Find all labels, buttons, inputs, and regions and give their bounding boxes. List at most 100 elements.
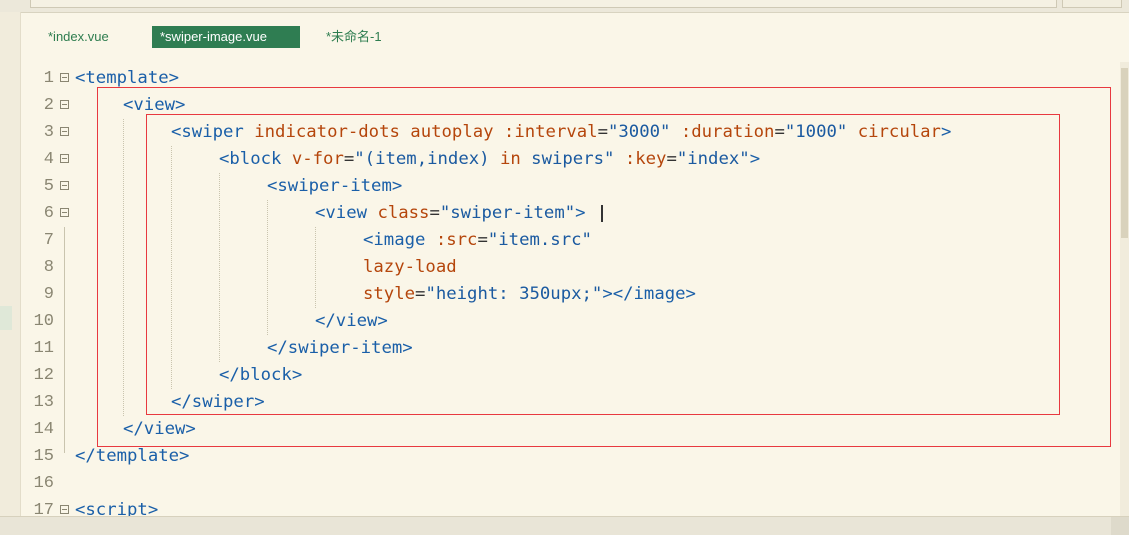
scroll-corner [1111,517,1129,535]
code-line[interactable]: 17 <script> [20,497,1118,516]
text-cursor [601,205,603,222]
code-token-tag: <view> [123,95,186,115]
code-token-attr: class [377,203,430,223]
line-number: 5 [43,177,54,196]
line-number: 17 [33,501,54,516]
indent-guide [315,227,316,308]
code-text: </swiper> [171,389,265,416]
horizontal-scrollbar[interactable] [0,516,1129,535]
fold-toggle-icon[interactable] [60,181,69,190]
code-token-text: = [429,203,440,223]
tab-untitled-1[interactable]: *未命名-1 [318,26,398,48]
code-token-tag: <script> [75,500,159,516]
code-editor[interactable]: 1 <template> 2 <view> 3 <swiper indicator-dot… [20,62,1118,516]
code-token-tag: > [940,122,952,142]
code-token-tag: <image [363,230,436,250]
code-text: lazy-load [363,254,457,281]
code-token-string: "1000" [784,122,858,142]
code-line[interactable]: 15 </template> [20,443,1118,470]
code-text: </view> [123,416,196,443]
fold-toggle-icon[interactable] [60,127,69,136]
code-text: </block> [219,362,302,389]
code-line[interactable]: 4 <block v-for="(item,index) in swipers" … [20,146,1118,173]
code-token-string: "(item,index) [354,149,500,169]
code-line[interactable]: 12 </block> [20,362,1118,389]
fold-gutter-line [64,227,65,453]
code-token-string: "height: 350upx;" [425,284,603,304]
fold-toggle-icon[interactable] [60,505,69,514]
code-line[interactable]: 6 <view class="swiper-item"> [20,200,1118,227]
code-text: <script> [75,497,158,516]
code-text: style="height: 350upx;"></image> [363,281,696,308]
indent-guide [267,200,268,335]
code-line[interactable]: 5 <swiper-item> [20,173,1118,200]
line-number: 9 [43,285,54,304]
code-token-string: swipers" [520,149,625,169]
fold-toggle-icon[interactable] [60,73,69,82]
code-text: <swiper-item> [267,173,402,200]
code-text: <block v-for="(item,index) in swipers" :… [219,146,760,173]
code-token-text: = [597,122,608,142]
code-token-tag: </block> [219,365,303,385]
code-token-tag: > [575,203,586,223]
fold-toggle-icon[interactable] [60,154,69,163]
code-token-tag: <view [315,203,378,223]
code-token-text: = [774,122,785,142]
code-text: <template> [75,65,179,92]
editor-tabs: *index.vue *swiper-image.vue *未命名-1 [20,20,1129,54]
code-token-string: "swiper-item" [439,203,576,223]
code-token-attr: v-for [291,149,344,169]
code-token-attr: lazy-load [363,257,457,277]
code-text: <view class="swiper-item"> [315,200,586,227]
line-number: 13 [33,393,54,412]
code-token-tag: </swiper-item> [267,338,413,358]
code-line[interactable]: 11 </swiper-item> [20,335,1118,362]
indent-guide [123,119,124,416]
top-toolbar [0,0,1129,13]
code-token-tag: > [749,149,761,169]
line-number: 16 [33,474,54,493]
code-line[interactable]: 14 </view> [20,416,1118,443]
code-line[interactable]: 16 [20,470,1118,497]
vertical-scrollbar[interactable] [1120,62,1129,516]
path-input[interactable] [30,0,1057,8]
code-token-tag: </swiper> [171,392,265,412]
tab-index-vue[interactable]: *index.vue [40,26,120,48]
code-token-tag: <swiper-item> [267,176,403,196]
toolbar-button[interactable] [1062,0,1122,8]
line-number: 14 [33,420,54,439]
scrollbar-thumb[interactable] [1121,68,1128,238]
fold-toggle-icon[interactable] [60,100,69,109]
code-text: <image :src="item.src" [363,227,592,254]
code-token-attr: :duration [680,122,775,142]
code-token-text: = [415,284,426,304]
activity-strip [0,12,21,516]
code-token-text: = [666,149,677,169]
code-line[interactable]: 2 <view> [20,92,1118,119]
line-number: 7 [43,231,54,250]
line-number: 15 [33,447,54,466]
code-token-string: "item.src" [487,230,592,250]
code-line[interactable]: 1 <template> [20,65,1118,92]
indent-guide [171,146,172,389]
code-line[interactable]: 8 lazy-load [20,254,1118,281]
code-line[interactable]: 3 <swiper indicator-dots autoplay :interv… [20,119,1118,146]
code-line[interactable]: 10 </view> [20,308,1118,335]
code-token-tag: <block [219,149,292,169]
code-token-text: = [343,149,355,169]
code-line[interactable]: 7 <image :src="item.src" [20,227,1118,254]
tab-swiper-image-vue[interactable]: *swiper-image.vue [152,26,300,48]
code-token-tag: <template> [75,68,180,88]
code-token-attr: in [499,149,521,169]
code-token-string: "3000" [607,122,681,142]
code-token-tag: <swiper [171,122,255,142]
fold-toggle-icon[interactable] [60,208,69,217]
code-token-attr: circular [857,122,941,142]
code-line[interactable]: 9 style="height: 350upx;"></image> [20,281,1118,308]
code-line[interactable]: 13 </swiper> [20,389,1118,416]
code-text: <view> [123,92,185,119]
code-text: </view> [315,308,388,335]
code-token-text: = [477,230,488,250]
code-text: <swiper indicator-dots autoplay :interva… [171,119,951,146]
line-number: 8 [43,258,54,277]
